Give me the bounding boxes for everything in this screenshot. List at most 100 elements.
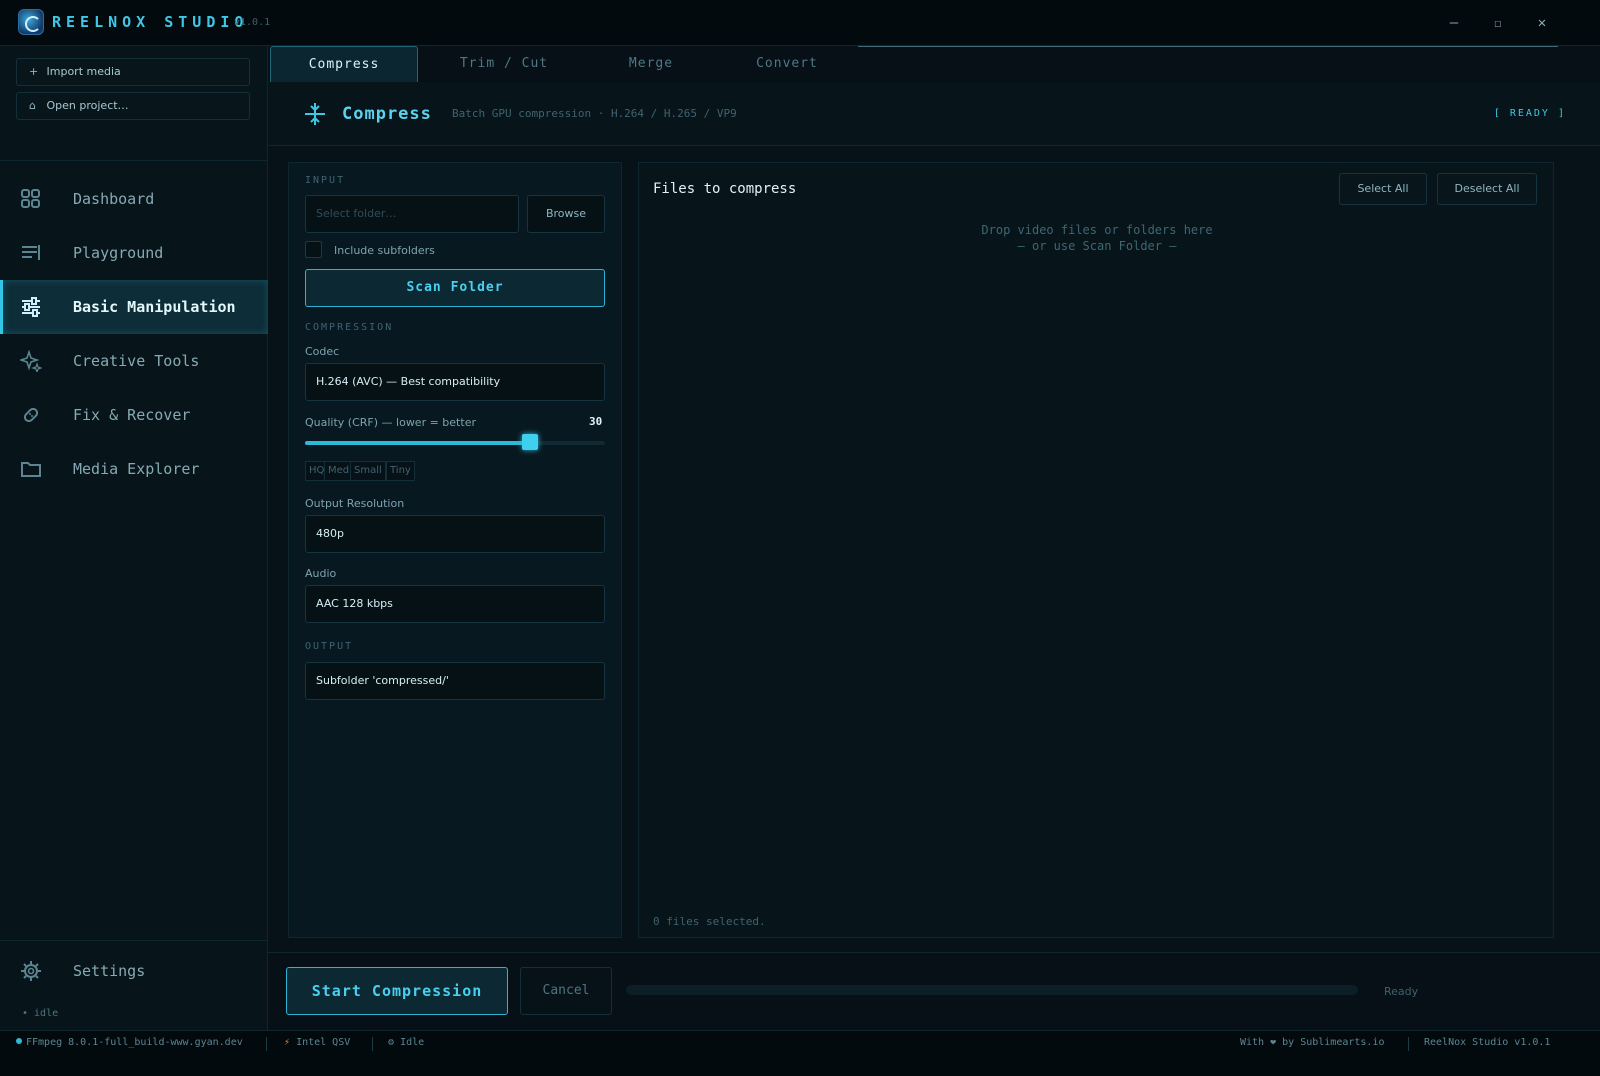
sidebar: + Import media ⌂ Open project… Dashboard…	[0, 46, 268, 1030]
audio-select[interactable]: AAC 128 kbps	[305, 585, 605, 623]
sidebar-item-label: Creative Tools	[73, 352, 200, 370]
list-icon	[22, 245, 40, 260]
output-select[interactable]: Subfolder 'compressed/'	[305, 662, 605, 700]
resolution-select[interactable]: 480p	[305, 515, 605, 553]
progress-text: Ready	[1384, 985, 1419, 998]
app-version: v1.0.1	[234, 17, 271, 28]
codec-label: Codec	[305, 345, 340, 358]
quality-slider-thumb[interactable]	[522, 434, 538, 450]
folder-icon	[21, 462, 41, 477]
sidebar-item-label: Dashboard	[73, 190, 155, 208]
audio-label: Audio	[305, 567, 337, 580]
gear-icon	[21, 961, 41, 981]
sidebar-item-dashboard[interactable]: Dashboard	[0, 172, 268, 226]
progress-bar	[626, 985, 1358, 995]
lightning-icon: ⚡	[284, 1037, 291, 1048]
online-dot-icon	[16, 1038, 22, 1044]
sidebar-divider	[0, 940, 268, 941]
sidebar-item-label: Playground	[73, 244, 164, 262]
title-bar: REELNOX STUDIO v1.0.1 — ☐ ✕	[0, 0, 1600, 46]
input-section-label: INPUT	[305, 175, 346, 186]
output-section-label: OUTPUT	[305, 641, 354, 652]
files-panel: Files to compress Select All Deselect Al…	[638, 162, 1554, 938]
app-logo-icon	[18, 9, 44, 35]
sidebar-item-media-explorer[interactable]: Media Explorer	[0, 442, 268, 496]
tab-merge[interactable]: Merge	[586, 46, 716, 82]
sidebar-item-playground[interactable]: Playground	[0, 226, 268, 280]
include-subfolders-checkbox[interactable]	[305, 241, 322, 258]
bandage-icon	[23, 407, 39, 423]
minimize-button[interactable]: —	[1442, 12, 1466, 34]
tab-trim-cut[interactable]: Trim / Cut	[432, 46, 576, 82]
sidebar-divider	[0, 160, 268, 161]
status-badge: [ READY ]	[1493, 108, 1566, 119]
settings-panel: INPUT Select folder… Browse Include subf…	[288, 162, 622, 938]
sidebar-item-basic-manipulation[interactable]: Basic Manipulation	[0, 280, 268, 334]
page-subtitle: Batch GPU compression · H.264 / H.265 / …	[452, 107, 737, 120]
status-divider	[1408, 1037, 1409, 1051]
open-project-label: Open project…	[46, 99, 129, 112]
quality-slider-track[interactable]	[305, 441, 605, 445]
cancel-button[interactable]: Cancel	[520, 967, 612, 1015]
sidebar-item-label: Basic Manipulation	[73, 298, 236, 316]
app-name: REELNOX STUDIO	[52, 13, 249, 31]
sidebar-item-settings[interactable]: Settings	[0, 944, 268, 998]
sliders-icon	[22, 297, 40, 317]
close-button[interactable]: ✕	[1530, 12, 1554, 34]
status-divider	[372, 1037, 373, 1051]
scan-folder-button[interactable]: Scan Folder	[305, 269, 605, 307]
engine-state: Idle	[400, 1037, 425, 1048]
compression-section-label: COMPRESSION	[305, 322, 394, 333]
quality-slider-fill	[305, 441, 530, 445]
status-divider	[266, 1037, 267, 1051]
home-icon: ⌂	[29, 99, 36, 112]
tab-bar-divider	[858, 46, 1558, 47]
gear-icon: ⚙	[388, 1037, 395, 1048]
plus-icon: +	[29, 65, 39, 78]
selected-count: 0 files selected.	[653, 915, 766, 928]
engine-status: ⚙ Idle	[388, 1037, 424, 1048]
compress-icon	[305, 103, 325, 125]
ffmpeg-status: FFmpeg 8.0.1-full_build-www.gyan.dev	[16, 1037, 243, 1048]
gpu-label: Intel QSV	[296, 1037, 351, 1048]
sidebar-item-creative-tools[interactable]: Creative Tools	[0, 334, 268, 388]
sparkle-icon	[20, 350, 42, 372]
sidebar-idle-status: • idle	[22, 1008, 59, 1019]
tab-convert[interactable]: Convert	[718, 46, 856, 82]
folder-input[interactable]: Select folder…	[305, 195, 519, 233]
include-subfolders-label: Include subfolders	[334, 244, 435, 257]
tab-compress[interactable]: Compress	[270, 46, 418, 82]
page-title: Compress	[342, 104, 432, 124]
quality-label: Quality (CRF) — lower = better	[305, 416, 476, 429]
grid-icon	[21, 189, 40, 208]
preset-small-button[interactable]: Small	[350, 461, 386, 481]
preset-tiny-button[interactable]: Tiny	[386, 461, 415, 481]
browse-button[interactable]: Browse	[527, 195, 605, 233]
resolution-label: Output Resolution	[305, 497, 405, 510]
start-compression-button[interactable]: Start Compression	[286, 967, 508, 1015]
sidebar-item-label: Fix & Recover	[73, 406, 191, 424]
select-all-button[interactable]: Select All	[1339, 173, 1427, 205]
sidebar-item-label: Media Explorer	[73, 460, 200, 478]
sidebar-item-fix-recover[interactable]: Fix & Recover	[0, 388, 268, 442]
action-bar: Start Compression Cancel Ready	[268, 952, 1600, 1030]
import-media-label: Import media	[46, 65, 121, 78]
credit-text: With ❤ by Sublimearts.io	[1240, 1037, 1385, 1048]
preset-med-button[interactable]: Med	[324, 461, 354, 481]
gpu-status: ⚡ Intel QSV	[284, 1037, 350, 1048]
quality-value: 30	[589, 415, 603, 428]
ffmpeg-version: FFmpeg 8.0.1-full_build-www.gyan.dev	[26, 1037, 243, 1048]
tab-bar: Compress Trim / Cut Merge Convert	[268, 46, 1600, 82]
import-media-button[interactable]: + Import media	[16, 58, 250, 86]
files-title: Files to compress	[653, 181, 797, 197]
maximize-button[interactable]: ☐	[1486, 12, 1510, 34]
drop-zone-hint-secondary: — or use Scan Folder —	[1017, 239, 1177, 253]
page-header: Compress Batch GPU compression · H.264 /…	[268, 82, 1600, 146]
drop-zone-hint: Drop video files or folders here	[981, 223, 1213, 237]
deselect-all-button[interactable]: Deselect All	[1437, 173, 1537, 205]
version-text: ReelNox Studio v1.0.1	[1424, 1037, 1551, 1048]
codec-select[interactable]: H.264 (AVC) — Best compatibility	[305, 363, 605, 401]
status-bar: FFmpeg 8.0.1-full_build-www.gyan.dev ⚡ I…	[0, 1030, 1600, 1076]
sidebar-item-label: Settings	[73, 962, 146, 980]
open-project-button[interactable]: ⌂ Open project…	[16, 92, 250, 120]
